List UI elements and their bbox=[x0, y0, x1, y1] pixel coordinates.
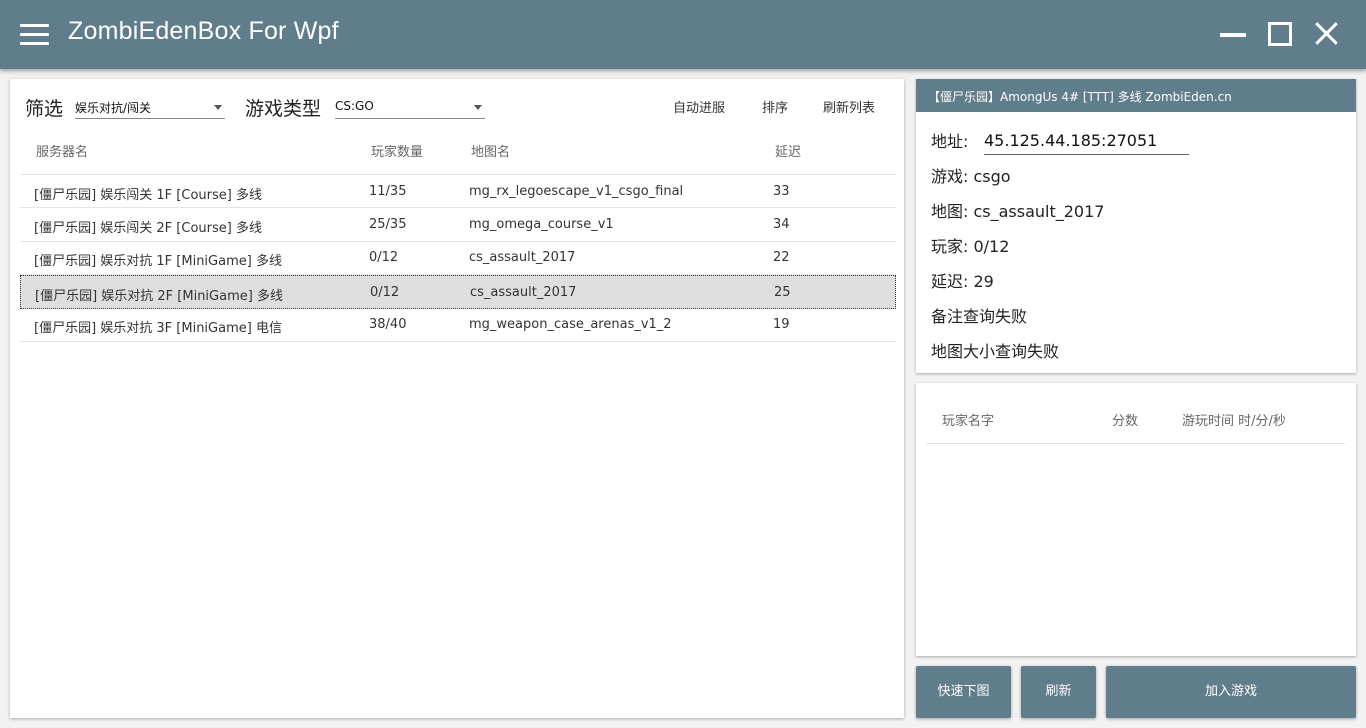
ping-cell: 33 bbox=[773, 184, 790, 199]
table-row[interactable]: [僵尸乐园] 娱乐对抗 3F [MiniGame] 电信 38/40 mg_we… bbox=[20, 308, 896, 342]
map-cell: mg_weapon_case_arenas_v1_2 bbox=[469, 317, 672, 332]
players-header-divider bbox=[926, 443, 1345, 444]
game-type-label: 游戏类型 bbox=[245, 98, 322, 120]
chevron-down-icon bbox=[214, 105, 222, 110]
column-header-ping[interactable]: 延迟 bbox=[775, 141, 801, 160]
server-name-cell: [僵尸乐园] 娱乐闯关 1F [Course] 多线 bbox=[34, 188, 262, 203]
app-title: ZombiEdenBox For Wpf bbox=[68, 17, 339, 45]
close-icon[interactable] bbox=[1310, 18, 1342, 50]
ping-cell: 34 bbox=[773, 217, 790, 232]
players-cell: 38/40 bbox=[369, 317, 407, 332]
refresh-list-button[interactable]: 刷新列表 bbox=[823, 97, 875, 116]
server-list-panel: 筛选 娱乐对抗/闯关 游戏类型 CS:GO 自动进服 排序 刷新列表 服务器名 … bbox=[10, 79, 904, 718]
players-panel: 玩家名字 分数 游玩时间 时/分/秒 bbox=[916, 383, 1356, 656]
join-game-button[interactable]: 加入游戏 bbox=[1106, 666, 1356, 718]
column-header-player-name[interactable]: 玩家名字 bbox=[942, 410, 994, 429]
minimize-icon[interactable] bbox=[1217, 18, 1249, 50]
server-info-title: 【僵尸乐园】AmongUs 4# [TTT] 多线 ZombiEden.cn bbox=[928, 90, 1232, 104]
server-name-cell: [僵尸乐园] 娱乐闯关 2F [Course] 多线 bbox=[34, 221, 262, 236]
filter-select-value: 娱乐对抗/闯关 bbox=[75, 101, 152, 115]
column-header-players[interactable]: 玩家数量 bbox=[371, 141, 423, 160]
refresh-button[interactable]: 刷新 bbox=[1021, 666, 1096, 718]
players-cell: 11/35 bbox=[369, 184, 407, 199]
address-field[interactable]: 45.125.44.185:27051 bbox=[984, 128, 1189, 155]
server-name-cell: [僵尸乐园] 娱乐对抗 2F [MiniGame] 多线 bbox=[35, 289, 283, 304]
note-info: 备注查询失败 bbox=[931, 307, 1028, 326]
ping-cell: 25 bbox=[774, 285, 791, 300]
table-row-selected[interactable]: [僵尸乐园] 娱乐对抗 2F [MiniGame] 多线 0/12 cs_ass… bbox=[20, 275, 896, 309]
column-header-score[interactable]: 分数 bbox=[1112, 410, 1138, 429]
maximize-icon[interactable] bbox=[1264, 18, 1296, 50]
game-type-select-value: CS:GO bbox=[335, 99, 374, 113]
ping-cell: 22 bbox=[773, 250, 790, 265]
server-info-panel: 【僵尸乐园】AmongUs 4# [TTT] 多线 ZombiEden.cn 地… bbox=[916, 79, 1356, 373]
column-header-map[interactable]: 地图名 bbox=[471, 141, 510, 160]
chevron-down-icon bbox=[474, 105, 482, 110]
players-cell: 25/35 bbox=[369, 217, 407, 232]
server-name-cell: [僵尸乐园] 娱乐对抗 3F [MiniGame] 电信 bbox=[34, 321, 282, 336]
filter-select[interactable]: 娱乐对抗/闯关 bbox=[75, 95, 225, 119]
players-info: 玩家: 0/12 bbox=[931, 237, 1010, 256]
server-name-cell: [僵尸乐园] 娱乐对抗 1F [MiniGame] 多线 bbox=[34, 254, 282, 269]
filter-label: 筛选 bbox=[25, 98, 64, 120]
column-header-server-name[interactable]: 服务器名 bbox=[36, 141, 88, 160]
table-row[interactable]: [僵尸乐园] 娱乐闯关 2F [Course] 多线 25/35 mg_omeg… bbox=[20, 208, 896, 242]
players-cell: 0/12 bbox=[370, 285, 400, 300]
auto-join-button[interactable]: 自动进服 bbox=[673, 97, 725, 116]
map-cell: cs_assault_2017 bbox=[470, 285, 577, 300]
address-label: 地址: bbox=[931, 132, 969, 151]
sort-button[interactable]: 排序 bbox=[762, 97, 788, 116]
players-cell: 0/12 bbox=[369, 250, 399, 265]
ping-info: 延迟: 29 bbox=[931, 272, 994, 291]
map-cell: mg_rx_legoescape_v1_csgo_final bbox=[469, 184, 684, 199]
column-header-play-time[interactable]: 游玩时间 时/分/秒 bbox=[1182, 410, 1286, 429]
quick-download-button[interactable]: 快速下图 bbox=[916, 666, 1011, 718]
table-row[interactable]: [僵尸乐园] 娱乐对抗 1F [MiniGame] 多线 0/12 cs_ass… bbox=[20, 241, 896, 275]
ping-cell: 19 bbox=[773, 317, 790, 332]
map-cell: mg_omega_course_v1 bbox=[469, 217, 614, 232]
game-info: 游戏: csgo bbox=[931, 167, 1011, 186]
map-size-info: 地图大小查询失败 bbox=[931, 342, 1060, 361]
table-row[interactable]: [僵尸乐园] 娱乐闯关 1F [Course] 多线 11/35 mg_rx_l… bbox=[20, 174, 896, 208]
map-info: 地图: cs_assault_2017 bbox=[931, 202, 1105, 221]
title-bar: ZombiEdenBox For Wpf bbox=[0, 0, 1366, 69]
game-type-select[interactable]: CS:GO bbox=[335, 95, 485, 119]
menu-icon[interactable] bbox=[20, 24, 49, 45]
server-info-header: 【僵尸乐园】AmongUs 4# [TTT] 多线 ZombiEden.cn bbox=[916, 79, 1356, 112]
map-cell: cs_assault_2017 bbox=[469, 250, 576, 265]
